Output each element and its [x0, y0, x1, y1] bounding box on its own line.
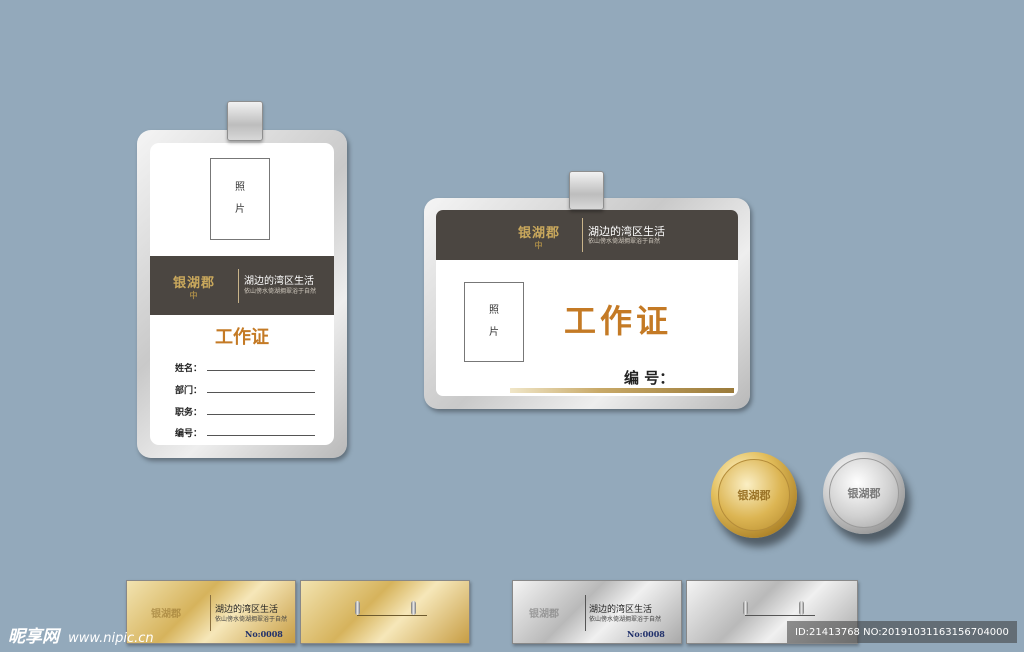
gold-plate-slogan: 湖边的湾区生活 依山傍水倚湖拥翠浴于自然	[215, 605, 288, 623]
vertical-photo-box: 照 片	[210, 158, 270, 240]
silver-plate-logo: 银湖郡	[529, 609, 559, 620]
horizontal-badge-card: 银湖郡 中 湖边的湾区生活 依山傍水倚湖拥翠浴于自然 照 片 工作证 编 号：	[436, 210, 738, 396]
horizontal-slogan-sub: 依山傍水倚湖拥翠浴于自然	[588, 238, 661, 245]
gold-plate-pin-bar	[357, 615, 427, 616]
gold-medal-logo: 银湖郡	[737, 489, 771, 502]
field-label-number: 编号：	[175, 429, 203, 439]
vertical-band-divider	[238, 268, 239, 303]
photo-char-2: 片	[489, 327, 499, 338]
field-row-position: 职务：	[175, 402, 315, 418]
vertical-badge-card: 照 片 银湖郡 中 湖边的湾区生活 依山傍水倚湖拥翠浴于自然 工作证 姓名： 部…	[150, 143, 334, 445]
vertical-badge-title: 工作证	[215, 327, 269, 348]
silver-plate-front: 银湖郡 湖边的湾区生活 依山傍水倚湖拥翠浴于自然 No:0008	[512, 580, 682, 644]
silver-medal-logo: 银湖郡	[847, 487, 881, 500]
gold-plate-number: No:0008	[245, 629, 283, 639]
vertical-logo: 银湖郡 中	[172, 276, 215, 300]
gold-medal: 银湖郡	[711, 452, 797, 538]
field-label-name: 姓名：	[175, 364, 203, 374]
horizontal-brand-band: 银湖郡 中 湖边的湾区生活 依山傍水倚湖拥翠浴于自然	[436, 210, 738, 260]
watermark-brand: 昵享网 www.nipic.cn	[8, 627, 154, 647]
field-row-name: 姓名：	[175, 358, 315, 374]
silver-plate-divider	[585, 595, 586, 631]
vertical-slogan: 湖边的湾区生活 依山傍水倚湖拥翠浴于自然	[244, 276, 316, 295]
horizontal-logo: 银湖郡 中	[517, 225, 560, 250]
horizontal-badge-title: 工作证	[564, 302, 673, 340]
field-line-position[interactable]	[207, 414, 315, 415]
watermark-url: www.nipic.cn	[68, 631, 154, 646]
field-line-name[interactable]	[207, 370, 315, 371]
field-label-department: 部门：	[175, 386, 203, 396]
horizontal-gold-strip	[510, 388, 734, 393]
gold-plate-pin-right	[411, 601, 416, 615]
horizontal-band-divider	[582, 218, 583, 252]
horizontal-slogan-main: 湖边的湾区生活	[588, 224, 665, 238]
field-line-number[interactable]	[207, 435, 315, 436]
silver-plate-pin-left	[743, 601, 748, 615]
silver-plate-pin-right	[799, 601, 804, 615]
silver-plate-number: No:0008	[627, 629, 665, 639]
horizontal-photo-box: 照 片	[464, 282, 524, 362]
gold-plate-pin-left	[355, 601, 360, 615]
horizontal-badge-clip	[569, 171, 604, 210]
gold-plate-back	[300, 580, 470, 644]
vertical-brand-band: 银湖郡 中 湖边的湾区生活 依山傍水倚湖拥翠浴于自然	[150, 256, 334, 315]
gold-plate-divider	[210, 595, 211, 631]
photo-char-2: 片	[235, 204, 245, 215]
silver-medal: 银湖郡	[823, 452, 905, 534]
horizontal-slogan: 湖边的湾区生活 依山傍水倚湖拥翠浴于自然	[588, 225, 738, 245]
vertical-slogan-main: 湖边的湾区生活	[244, 275, 314, 287]
horizontal-number-label: 编 号：	[624, 369, 675, 387]
photo-char-1: 照	[489, 305, 499, 316]
field-row-department: 部门：	[175, 380, 315, 396]
silver-plate-slogan: 湖边的湾区生活 依山傍水倚湖拥翠浴于自然	[589, 605, 662, 623]
field-row-number: 编号：	[175, 423, 315, 439]
vertical-slogan-sub: 依山傍水倚湖拥翠浴于自然	[244, 287, 317, 295]
vertical-badge-clip	[227, 101, 263, 141]
field-label-position: 职务：	[175, 408, 203, 418]
photo-char-1: 照	[235, 182, 245, 193]
gold-plate-logo: 银湖郡	[151, 609, 181, 620]
silver-plate-pin-bar	[745, 615, 815, 616]
silver-medal-inner: 银湖郡	[829, 458, 899, 528]
gold-medal-inner: 银湖郡	[718, 459, 790, 531]
field-line-department[interactable]	[207, 392, 315, 393]
watermark-id: ID:21413768 NO:20191031163156704000	[787, 621, 1017, 643]
